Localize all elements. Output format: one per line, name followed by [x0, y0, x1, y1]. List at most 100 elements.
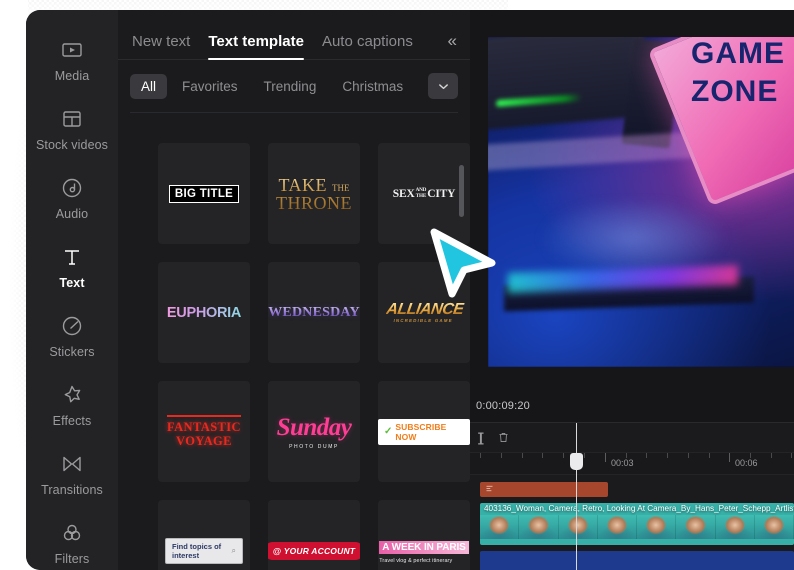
throne-line1b: THE [332, 182, 350, 193]
timeline-ruler[interactable]: 00:03 00:06 [470, 453, 794, 475]
template-grid: BIG TITLE TAKE THE THRONE SEX AND THE CI… [118, 135, 470, 570]
template-card-a-week-in-paris[interactable]: A WEEK IN PARIS Travel vlog & perfect it… [378, 500, 470, 570]
throne-line2: THRONE [276, 192, 352, 213]
sidebar-item-stock-videos[interactable]: Stock videos [26, 95, 118, 164]
template-card-your-account[interactable]: @ YOUR ACCOUNT [268, 500, 360, 570]
media-icon [60, 38, 84, 62]
template-card-sex-and-the-city[interactable]: SEX AND THE CITY [378, 143, 470, 244]
clip-thumbnail [558, 515, 598, 539]
transitions-icon [60, 452, 84, 476]
template-card-big-title[interactable]: BIG TITLE [158, 143, 250, 244]
ruler-label: 00:03 [611, 458, 634, 468]
ruler-label: 00:06 [735, 458, 758, 468]
sidebar-item-label: Stickers [49, 345, 95, 359]
sidebar-item-label: Media [54, 69, 90, 83]
clip-thumbnail [637, 515, 677, 539]
tab-new-text[interactable]: New text [132, 33, 190, 59]
effects-icon [60, 383, 84, 407]
collapse-panel-icon[interactable]: « [448, 31, 458, 59]
template-card-take-the-throne[interactable]: TAKE THE THRONE [268, 143, 360, 244]
preview-monitor [488, 37, 644, 130]
template-card-euphoria[interactable]: EUPHORIA [158, 262, 250, 363]
template-art: Find topics of interest ⌕ [165, 537, 243, 564]
video-clip-label: 403136_Woman, Camera, Retro, Looking At … [484, 504, 794, 513]
preview-timecode-bar: 0:00:09:20 [470, 390, 794, 422]
chip-all[interactable]: All [130, 73, 168, 99]
search-icon: ⌕ [231, 545, 236, 555]
delete-icon[interactable] [497, 431, 510, 444]
video-preview: GAME ZONE 0:00:09:20 [470, 10, 794, 422]
stock-videos-icon [60, 107, 84, 131]
sidebar-item-audio[interactable]: Audio [26, 164, 118, 233]
sidebar-item-label: Stock videos [35, 138, 109, 152]
sign-line-2: ZONE [691, 75, 779, 109]
template-card-sunday[interactable]: Sunday PHOTO DUMP [268, 381, 360, 482]
text-clip-icon [485, 484, 494, 495]
sidebar-item-stickers[interactable]: Stickers [26, 302, 118, 371]
chevron-down-icon[interactable] [428, 73, 458, 99]
template-art: ✓ SUBSCRIBE NOW [378, 418, 470, 445]
template-art: WEDNESDAY [268, 304, 360, 320]
preview-sign-text: GAME ZONE [685, 37, 794, 195]
subscribe-label: SUBSCRIBE NOW [395, 421, 447, 442]
sidebar-item-label: Effects [52, 414, 92, 428]
scrollbar-thumb[interactable] [459, 165, 464, 217]
paris-sub: Travel vlog & perfect itinerary [379, 558, 453, 564]
timeline-video-clip[interactable]: 403136_Woman, Camera, Retro, Looking At … [480, 503, 794, 545]
sidebar-item-filters[interactable]: Filters [26, 509, 118, 570]
fantastic-line1: FANTASTIC [167, 420, 241, 435]
text-icon [60, 245, 84, 269]
sidebar-item-text[interactable]: Text [26, 233, 118, 302]
template-card-subscribe-now[interactable]: ✓ SUBSCRIBE NOW [378, 381, 470, 482]
stickers-icon [60, 314, 84, 338]
timecode-display: 0:00:09:20 [476, 400, 530, 412]
template-card-find-topics[interactable]: Find topics of interest ⌕ [158, 500, 250, 570]
throne-line1: TAKE [278, 174, 328, 195]
timeline-playhead[interactable] [570, 423, 583, 570]
clip-thumbnail [519, 515, 559, 539]
sidebar: Media Stock videos Audio Text Stickers E… [26, 10, 118, 570]
editor-window: Media Stock videos Audio Text Stickers E… [26, 10, 794, 570]
tab-text-template[interactable]: Text template [208, 33, 304, 60]
find-topics-label: Find topics of interest [172, 541, 222, 560]
check-icon: ✓ [384, 426, 393, 437]
template-card-alliance[interactable]: ALLIANCE INCREDIBLE GAME [378, 262, 470, 363]
template-card-wednesday[interactable]: WEDNESDAY [268, 262, 360, 363]
clip-thumbnail [715, 515, 755, 539]
template-card-fantastic-voyage[interactable]: FANTASTIC VOYAGE [158, 381, 250, 482]
sidebar-item-transitions[interactable]: Transitions [26, 440, 118, 509]
template-art: Sunday PHOTO DUMP [277, 414, 352, 450]
chip-favorites[interactable]: Favorites [171, 74, 249, 99]
sign-line-1: GAME [691, 37, 785, 70]
timeline-text-clip[interactable] [480, 482, 608, 497]
chips-divider [130, 112, 458, 113]
chip-trending[interactable]: Trending [253, 74, 328, 99]
clip-thumbnail [754, 515, 794, 539]
template-art: BIG TITLE [168, 184, 240, 203]
sidebar-item-label: Filters [54, 552, 90, 566]
alliance-sub: INCREDIBLE GAME [392, 317, 453, 323]
category-chips: All Favorites Trending Christmas [118, 60, 470, 99]
template-art: EUPHORIA [166, 304, 242, 321]
timeline-toolbar: ][ [470, 423, 794, 453]
audio-icon [60, 176, 84, 200]
satc-c: CITY [427, 187, 456, 200]
sidebar-item-media[interactable]: Media [26, 26, 118, 95]
sidebar-item-label: Audio [55, 207, 89, 221]
app-root: Media Stock videos Audio Text Stickers E… [0, 0, 794, 570]
sidebar-item-label: Text [59, 276, 85, 290]
tab-auto-captions[interactable]: Auto captions [322, 33, 413, 59]
chip-christmas[interactable]: Christmas [331, 74, 414, 99]
timeline-audio-clip[interactable] [480, 551, 794, 570]
split-icon[interactable]: ][ [478, 430, 483, 445]
satc-andthe: AND THE [416, 187, 427, 199]
playhead-handle[interactable] [570, 453, 583, 470]
sunday-title: Sunday [276, 413, 352, 441]
timeline: ][00:03 00:06 403136_Woman, Camera, Ret… [470, 422, 794, 570]
sidebar-item-effects[interactable]: Effects [26, 371, 118, 440]
template-scrollbar[interactable] [459, 165, 464, 435]
text-template-panel: New text Text template Auto captions « A… [118, 10, 470, 570]
template-art: TAKE THE THRONE [276, 176, 352, 212]
template-art: FANTASTIC VOYAGE [167, 415, 241, 447]
clip-thumbnail [480, 515, 520, 539]
